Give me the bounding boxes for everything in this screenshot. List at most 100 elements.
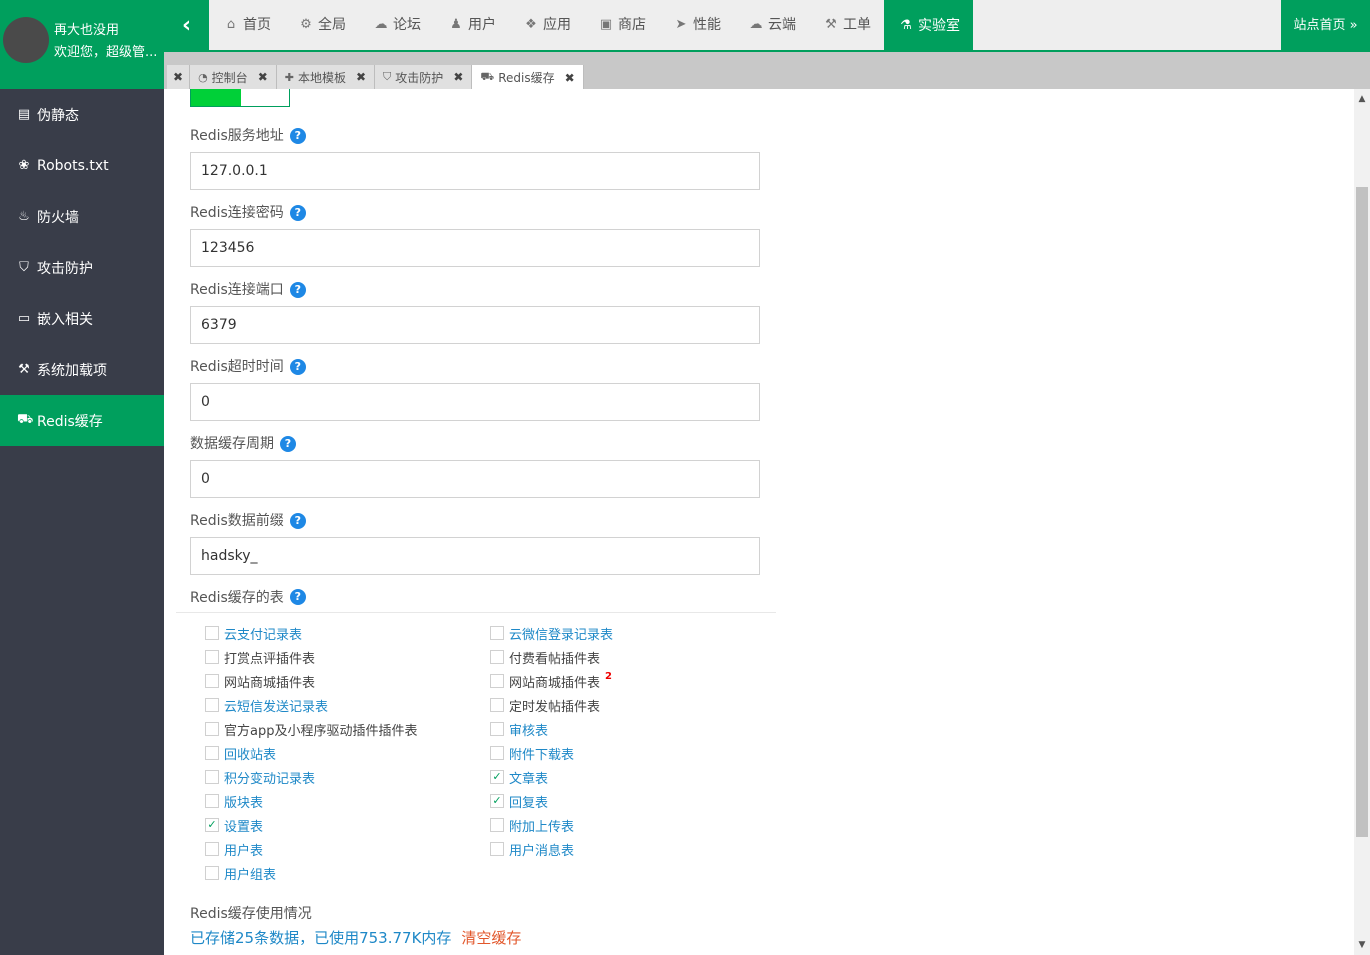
sidebar-item-firewall[interactable]: ♨ 防火墙 (0, 191, 164, 242)
checkbox[interactable] (490, 722, 504, 736)
site-home-button[interactable]: 站点首页 » (1281, 0, 1370, 52)
scroll-up-arrow-icon[interactable]: ▲ (1354, 91, 1370, 107)
help-icon[interactable]: ? (289, 128, 306, 144)
nav-performance[interactable]: ➤ 性能 (659, 0, 734, 50)
checkbox[interactable] (205, 650, 219, 664)
table-checkbox-item[interactable]: ✓ 文章表 (490, 768, 548, 787)
checkbox[interactable] (490, 626, 504, 640)
nav-forum[interactable]: ☁ 论坛 (359, 0, 434, 50)
sidebar-item-embed[interactable]: ▭ 嵌入相关 (0, 293, 164, 344)
sidebar-item-pseudo-static[interactable]: ▤ 伪静态 (0, 89, 164, 140)
help-icon[interactable]: ? (289, 359, 306, 375)
help-icon[interactable]: ? (280, 436, 296, 452)
checkbox[interactable] (490, 674, 504, 688)
nav-apps[interactable]: ❖ 应用 (509, 0, 584, 50)
table-checkbox-item[interactable]: 附件下载表 (490, 744, 574, 763)
help-icon[interactable]: ? (289, 282, 306, 298)
table-checkbox-label[interactable]: 云短信发送记录表 (224, 696, 328, 715)
sidebar-item-addons[interactable]: ⚒ 系统加载项 (0, 344, 164, 395)
scroll-down-arrow-icon[interactable]: ▼ (1354, 937, 1370, 953)
table-checkbox-label[interactable]: 打赏点评插件表 (224, 648, 315, 667)
table-checkbox-item[interactable]: 用户表 (205, 840, 263, 859)
table-checkbox-item[interactable]: 用户组表 (205, 864, 276, 883)
nav-ticket[interactable]: ⚒ 工单 (809, 0, 884, 50)
help-icon[interactable]: ? (289, 589, 306, 605)
close-icon[interactable]: ✖ (173, 70, 183, 84)
redis-port-input[interactable] (190, 306, 760, 344)
table-checkbox-label[interactable]: 付费看帖插件表 (509, 648, 600, 667)
table-checkbox-label[interactable]: 用户消息表 (509, 840, 574, 859)
table-checkbox-label[interactable]: 官方app及小程序驱动插件插件表 (224, 720, 417, 739)
checkbox[interactable] (490, 842, 504, 856)
table-checkbox-item[interactable]: 版块表 (205, 792, 263, 811)
close-icon[interactable]: ✖ (453, 70, 463, 84)
tab-redis-cache[interactable]: ⛟ Redis缓存 ✖ (472, 65, 584, 90)
tab-local-template[interactable]: ✚ 本地模板 ✖ (276, 65, 376, 89)
table-checkbox-item[interactable]: ✓ 设置表 (205, 816, 263, 835)
checkbox[interactable] (205, 770, 219, 784)
checkbox[interactable] (205, 722, 219, 736)
nav-store[interactable]: ▣ 商店 (584, 0, 659, 50)
tab-blank[interactable]: ✖ (167, 65, 191, 89)
checkbox[interactable] (205, 698, 219, 712)
table-checkbox-label[interactable]: 文章表 (509, 768, 548, 787)
table-checkbox-label[interactable]: 版块表 (224, 792, 263, 811)
table-checkbox-item[interactable]: 官方app及小程序驱动插件插件表 (205, 720, 417, 739)
close-icon[interactable]: ✖ (258, 70, 268, 84)
clear-cache-link[interactable]: 清空缓存 (461, 929, 521, 947)
checkbox[interactable] (205, 842, 219, 856)
scroll-thumb[interactable] (1356, 187, 1368, 837)
table-checkbox-item[interactable]: 云短信发送记录表 (205, 696, 328, 715)
table-checkbox-label[interactable]: 云微信登录记录表 (509, 624, 613, 643)
table-checkbox-label[interactable]: 云支付记录表 (224, 624, 302, 643)
table-checkbox-item[interactable]: 定时发帖插件表 (490, 696, 600, 715)
table-checkbox-label[interactable]: 附加上传表 (509, 816, 574, 835)
checkbox[interactable] (490, 746, 504, 760)
scrollbar[interactable]: ▲ ▼ (1354, 89, 1370, 955)
table-checkbox-item[interactable]: 审核表 (490, 720, 548, 739)
nav-lab[interactable]: ⚗ 实验室 (884, 0, 973, 52)
checkbox[interactable] (205, 794, 219, 808)
table-checkbox-label[interactable]: 网站商城插件表 (509, 672, 600, 691)
nav-global[interactable]: ⚙ 全局 (284, 0, 359, 50)
close-icon[interactable]: ✖ (565, 71, 575, 85)
table-checkbox-item[interactable]: 回收站表 (205, 744, 276, 763)
table-checkbox-item[interactable]: 网站商城插件表 (205, 672, 315, 691)
checkbox-checked[interactable]: ✓ (490, 770, 504, 784)
avatar[interactable] (3, 17, 49, 63)
checkbox[interactable] (205, 674, 219, 688)
checkbox[interactable] (490, 698, 504, 712)
table-checkbox-item[interactable]: ✓ 回复表 (490, 793, 548, 811)
table-checkbox-label[interactable]: 网站商城插件表 (224, 672, 315, 691)
table-checkbox-label[interactable]: 定时发帖插件表 (509, 696, 600, 715)
checkbox-checked[interactable]: ✓ (490, 794, 504, 808)
redis-timeout-input[interactable] (190, 383, 760, 421)
checkbox[interactable] (490, 818, 504, 832)
table-checkbox-label[interactable]: 回收站表 (224, 744, 276, 763)
tab-attack-protection[interactable]: ⛉ 攻击防护 ✖ (375, 65, 473, 89)
table-checkbox-label[interactable]: 积分变动记录表 (224, 768, 315, 787)
table-checkbox-item[interactable]: 积分变动记录表 (205, 768, 315, 787)
help-icon[interactable]: ? (289, 513, 306, 529)
table-checkbox-item[interactable]: 云支付记录表 (205, 624, 302, 643)
checkbox[interactable] (205, 746, 219, 760)
redis-enable-switch[interactable] (190, 89, 290, 107)
table-checkbox-item[interactable]: 云微信登录记录表 (490, 624, 613, 643)
nav-cloud[interactable]: ☁ 云端 (734, 0, 809, 50)
sidebar-item-attack-protection[interactable]: ⛉ 攻击防护 (0, 242, 164, 293)
checkbox-checked[interactable]: ✓ (205, 818, 219, 832)
tab-console[interactable]: ◔ 控制台 ✖ (190, 65, 277, 89)
collapse-sidebar-button[interactable]: ‹ (164, 0, 209, 52)
sidebar-item-robots[interactable]: ❀ Robots.txt (0, 140, 164, 191)
redis-prefix-input[interactable] (190, 537, 760, 575)
table-checkbox-item[interactable]: 用户消息表 (490, 840, 574, 859)
nav-users[interactable]: ♟ 用户 (434, 0, 509, 50)
table-checkbox-label[interactable]: 用户表 (224, 840, 263, 859)
checkbox[interactable] (490, 650, 504, 664)
table-checkbox-label[interactable]: 附件下载表 (509, 744, 574, 763)
table-checkbox-label[interactable]: 设置表 (224, 816, 263, 835)
table-checkbox-item[interactable]: 网站商城插件表 2 (490, 671, 612, 691)
table-checkbox-label[interactable]: 用户组表 (224, 864, 276, 883)
table-checkbox-label[interactable]: 审核表 (509, 720, 548, 739)
cache-period-input[interactable] (190, 460, 760, 498)
